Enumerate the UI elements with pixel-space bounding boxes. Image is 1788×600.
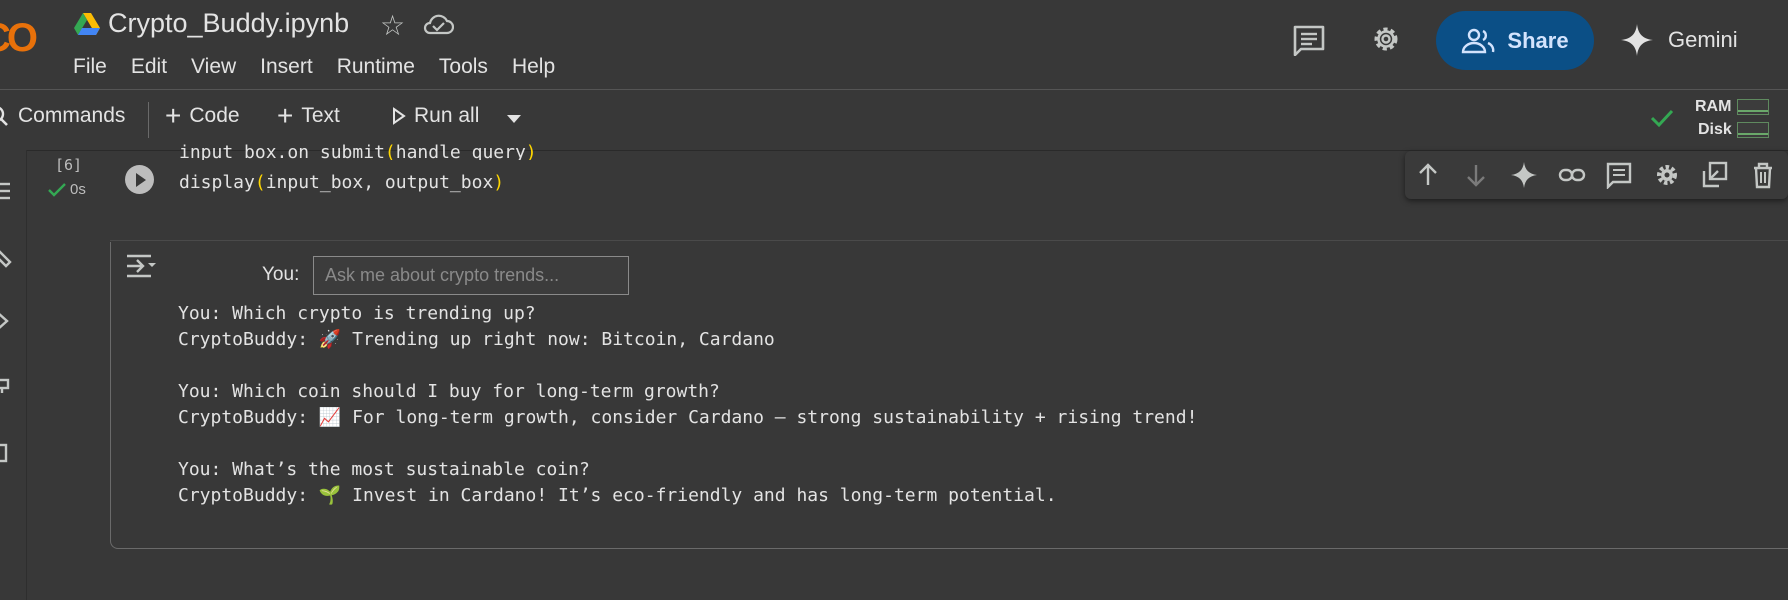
menu-file[interactable]: File: [73, 55, 107, 79]
run-all-label: Run all: [414, 104, 480, 127]
files-icon[interactable]: [0, 442, 14, 464]
notebook-title[interactable]: Crypto_Buddy.ipynb: [108, 8, 349, 39]
chat-line: CryptoBuddy: 📈 For long-term growth, con…: [178, 407, 1198, 428]
execution-status: 0s: [48, 181, 86, 198]
code-snippets-icon[interactable]: [0, 310, 14, 332]
menu-tools[interactable]: Tools: [439, 55, 488, 79]
chat-line: You: Which crypto is trending up?: [178, 303, 536, 324]
menu-help[interactable]: Help: [512, 55, 555, 79]
run-all-dropdown[interactable]: [506, 114, 522, 124]
top-bar: CO Crypto_Buddy.ipynb ☆ File Edit View I…: [0, 0, 1788, 90]
chevron-down-icon: [507, 115, 521, 123]
comment-icon[interactable]: [1605, 161, 1633, 189]
code-label: Code: [189, 104, 240, 127]
side-rail: [0, 150, 27, 600]
gear-icon[interactable]: [1369, 22, 1403, 56]
mirror-cell-icon[interactable]: [1701, 161, 1729, 189]
trash-icon[interactable]: [1749, 161, 1777, 189]
toc-icon[interactable]: [0, 180, 14, 202]
run-cell-button[interactable]: [125, 165, 154, 194]
connected-check-icon[interactable]: [1650, 108, 1674, 128]
star-icon[interactable]: ☆: [380, 9, 405, 42]
commands-button[interactable]: Commands: [0, 104, 125, 128]
chat-line: CryptoBuddy: 🚀 Trending up right now: Bi…: [178, 329, 775, 350]
key-icon[interactable]: [0, 246, 14, 268]
you-label: You:: [262, 264, 300, 285]
add-text-button[interactable]: + Text: [277, 100, 340, 131]
chat-line: You: Which coin should I buy for long-te…: [178, 381, 720, 402]
menu-bar: File Edit View Insert Runtime Tools Help: [73, 55, 579, 79]
text-label: Text: [301, 104, 340, 127]
toolbar-divider: [148, 102, 149, 138]
menu-insert[interactable]: Insert: [260, 55, 313, 79]
plus-icon: +: [277, 100, 294, 131]
commands-label: Commands: [18, 104, 126, 127]
menu-runtime[interactable]: Runtime: [337, 55, 415, 79]
chat-line: You: What’s the most sustainable coin?: [178, 459, 590, 480]
gemini-label: Gemini: [1668, 27, 1738, 52]
add-code-button[interactable]: + Code: [165, 100, 240, 131]
output-actions-icon[interactable]: [125, 252, 157, 280]
execution-time: 0s: [70, 181, 86, 198]
share-button[interactable]: Share: [1436, 11, 1594, 70]
ram-meter[interactable]: [1737, 99, 1769, 115]
check-icon: [48, 182, 66, 197]
gear-icon[interactable]: [1653, 161, 1681, 189]
cloud-saved-icon[interactable]: [422, 12, 454, 36]
cell-toolbar: [1405, 151, 1788, 199]
people-icon: [1462, 28, 1495, 53]
query-input[interactable]: [313, 256, 629, 295]
code-line-2[interactable]: display(input_box, output_box): [179, 172, 504, 193]
plus-icon: +: [165, 100, 182, 131]
move-up-icon[interactable]: [1414, 161, 1442, 189]
execution-count: [6]: [55, 156, 83, 174]
chat-line: CryptoBuddy: 🌱 Invest in Cardano! It’s e…: [178, 485, 1057, 506]
colab-logo[interactable]: CO: [0, 16, 38, 61]
ram-label: RAM: [1695, 98, 1732, 115]
cell-output-divider: [110, 240, 1788, 241]
menu-view[interactable]: View: [191, 55, 236, 79]
link-icon[interactable]: [1558, 161, 1586, 189]
run-all-button[interactable]: Run all: [392, 104, 479, 128]
google-drive-icon: [74, 13, 100, 35]
gemini-button[interactable]: Gemini: [1620, 12, 1738, 68]
share-label: Share: [1507, 27, 1569, 53]
disk-label: Disk: [1698, 121, 1732, 138]
terminal-icon[interactable]: [0, 376, 14, 398]
search-icon: [0, 106, 8, 126]
disk-meter[interactable]: [1737, 122, 1769, 138]
gemini-sparkle-icon: [1621, 24, 1653, 56]
menu-edit[interactable]: Edit: [131, 55, 167, 79]
move-down-icon[interactable]: [1462, 161, 1490, 189]
play-icon: [393, 107, 406, 125]
gemini-sparkle-icon[interactable]: [1510, 161, 1538, 189]
code-line-1[interactable]: input_box.on_submit(handle_query): [179, 142, 537, 160]
comment-icon[interactable]: [1292, 24, 1326, 56]
